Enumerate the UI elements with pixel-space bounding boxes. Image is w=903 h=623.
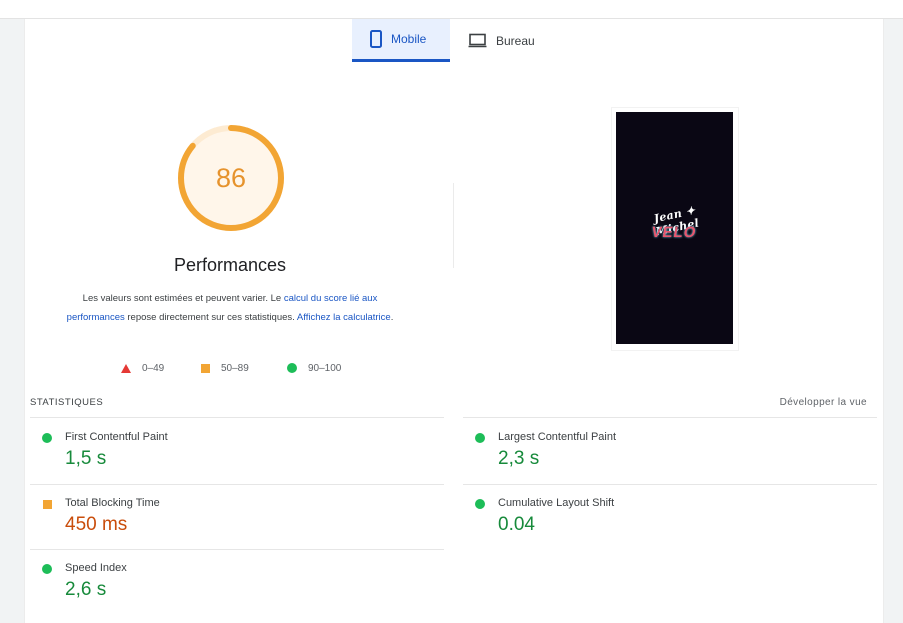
tab-mobile-label: Mobile [391,32,427,46]
status-good-icon [42,564,52,574]
score-title: Performances [173,255,287,275]
section-divider [453,183,454,268]
triangle-icon [121,363,131,373]
divider [463,417,877,418]
metric-value: 2,3 s [498,448,540,469]
calculator-link[interactable]: Affichez la calculatrice [297,312,391,323]
tab-desktop-label: Bureau [496,33,535,48]
screenshot-logo-line2: VELO [650,224,698,241]
score-value: 86 [215,162,247,193]
smartphone-icon [370,30,382,48]
metric-value: 1,5 s [65,448,107,469]
circle-icon [287,363,297,373]
tab-desktop[interactable]: Bureau [462,19,552,62]
square-icon [201,363,210,373]
legend-item-good: 90–100 [287,361,341,375]
expand-view-button[interactable]: Développer la vue [760,397,867,408]
description-text-1: Les valeurs sont estimées et peuvent var… [82,293,284,304]
legend-range: 90–100 [308,362,342,374]
legend-range: 0–49 [142,362,165,374]
divider [30,484,444,485]
status-good-icon [42,433,52,443]
status-good-icon [475,433,485,443]
tab-mobile[interactable]: Mobile [352,19,450,62]
metric-label: Total Blocking Time [65,497,160,509]
status-good-icon [475,499,485,509]
metric-value: 2,6 s [65,579,107,600]
page-screenshot: Jean ✦ Michel VELO [616,112,733,344]
metric-label: Largest Contentful Paint [498,431,617,443]
description-text-3: . [390,312,394,323]
divider [463,484,877,485]
divider [30,417,444,418]
status-average-icon [43,500,52,509]
metric-label: First Contentful Paint [65,431,168,443]
legend-range: 50–89 [221,362,249,374]
metric-label: Speed Index [65,562,127,574]
metric-label: Cumulative Layout Shift [498,497,615,509]
metric-value: 0.04 [498,514,535,535]
metric-value: 450 ms [65,514,128,535]
legend-item-poor: 0–49 [121,361,164,375]
description-text-2: repose directement sur ces statistiques. [124,312,297,323]
stats-header: STATISTIQUES [30,397,104,408]
top-bar [0,0,903,19]
laptop-icon [468,33,487,48]
score-description: Les valeurs sont estimées et peuvent var… [62,289,398,327]
divider [30,549,444,550]
legend-item-average: 50–89 [201,361,249,375]
